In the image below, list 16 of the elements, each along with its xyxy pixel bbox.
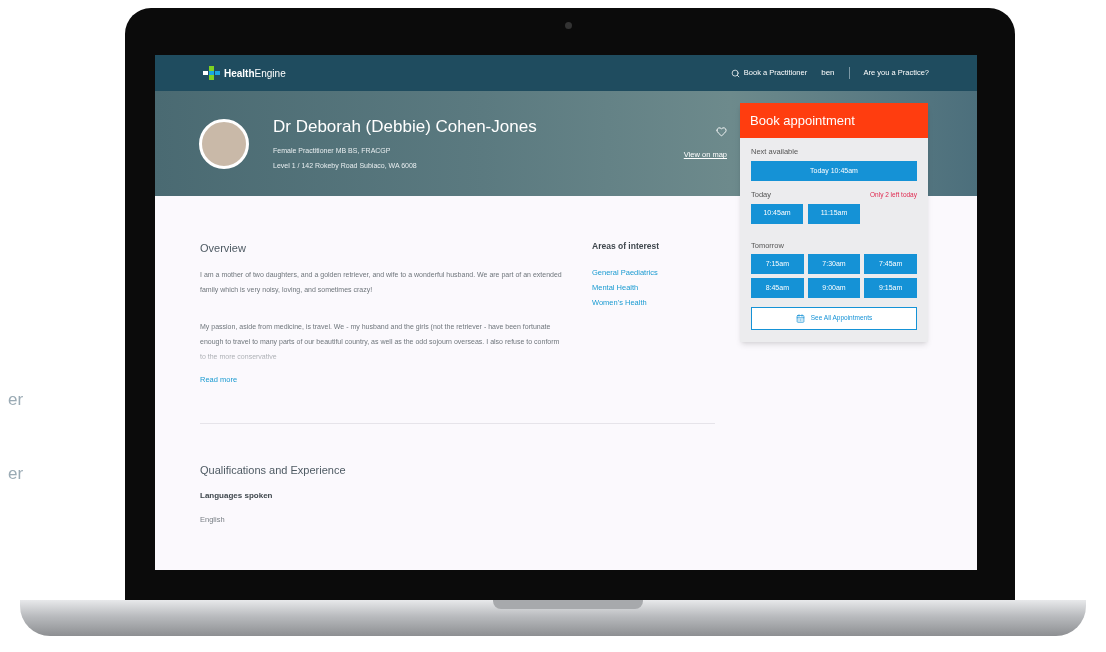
- logo-text: HealthEngine: [224, 66, 286, 81]
- heart-icon[interactable]: [716, 126, 727, 138]
- calendar-icon: [795, 313, 805, 323]
- section-heading: Overview: [200, 241, 247, 256]
- nav-link[interactable]: ben: [821, 67, 835, 79]
- areas-heading: Areas of interest: [592, 240, 660, 253]
- languages-label: Languages spoken: [200, 490, 274, 503]
- avatar-placeholder: [199, 118, 249, 169]
- booking-title: Book appointment: [750, 111, 855, 130]
- camera-icon: [565, 22, 572, 29]
- partial-text: er: [8, 389, 25, 411]
- search-icon: [730, 68, 740, 78]
- logo-icon: [203, 66, 221, 80]
- section-heading: Qualifications and Experience: [200, 462, 347, 478]
- practitioner-name: Dr Deborah (Debbie) Cohen-Jones: [273, 116, 538, 138]
- partial-text: er: [8, 463, 25, 485]
